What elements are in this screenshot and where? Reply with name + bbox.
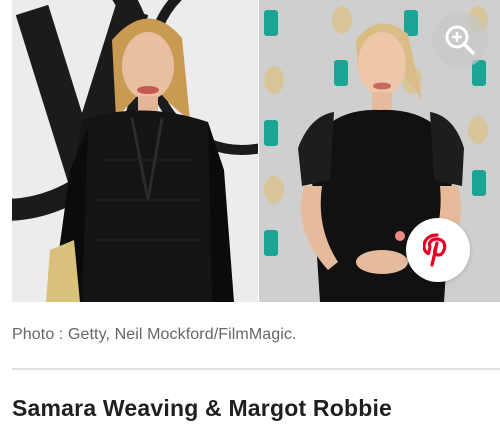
photo-left bbox=[12, 0, 258, 302]
zoom-in-icon bbox=[445, 25, 475, 55]
photo-divider bbox=[258, 0, 259, 302]
photo-credit: Photo : Getty, Neil Mockford/FilmMagic. bbox=[12, 326, 297, 343]
pinterest-share-button[interactable] bbox=[406, 218, 470, 282]
article-title: Samara Weaving & Margot Robbie bbox=[12, 395, 393, 421]
section-divider bbox=[12, 368, 500, 370]
pinterest-icon bbox=[423, 233, 447, 267]
zoom-button[interactable] bbox=[432, 12, 488, 68]
article-page: Photo : Getty, Neil Mockford/FilmMagic. … bbox=[0, 0, 500, 432]
photo-left-illustration bbox=[12, 0, 258, 302]
